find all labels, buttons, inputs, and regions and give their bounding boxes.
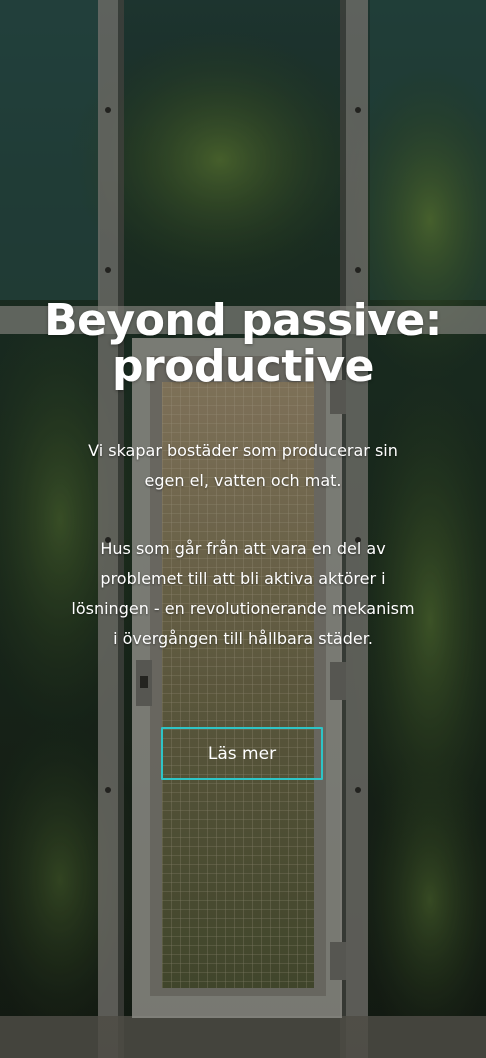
headline-line-1: Beyond passive: [44,295,442,346]
hero-headline: Beyond passive: productive [0,298,486,390]
headline-line-2: productive [112,341,374,392]
hero-body-text: Hus som går från att vara en del av prob… [71,539,415,648]
hero-content: Beyond passive: productive Vi skapar bos… [0,0,486,1058]
hero-intro-text: Vi skapar bostäder som producerar sin eg… [88,441,398,490]
read-more-button[interactable]: Läs mer [161,727,323,780]
hero-section: Beyond passive: productive Vi skapar bos… [0,0,486,1058]
